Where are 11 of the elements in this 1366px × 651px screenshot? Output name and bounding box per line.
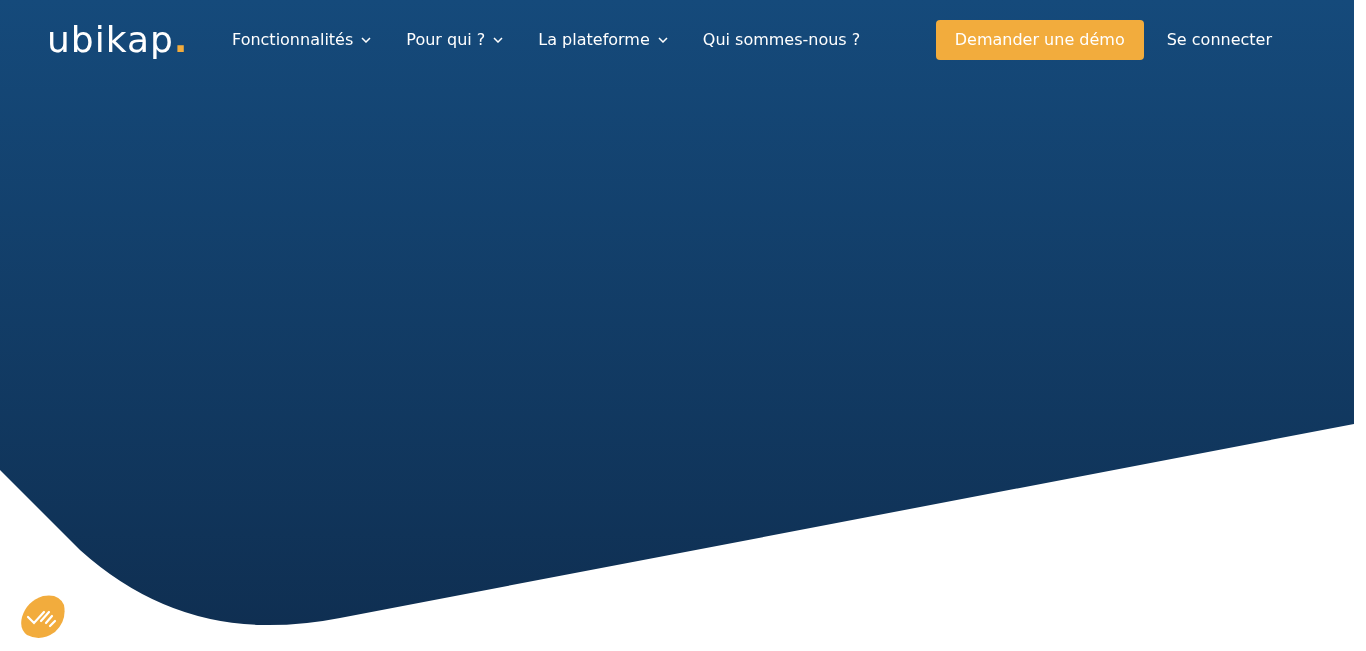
nav-link[interactable]: Fonctionnalités: [232, 28, 372, 52]
nav-link[interactable]: La plateforme: [538, 28, 668, 52]
checkmark-badge-icon[interactable]: [19, 595, 65, 639]
logo-dot: .: [173, 22, 188, 58]
chevron-down-icon: [361, 37, 372, 43]
chevron-down-icon: [493, 37, 504, 43]
login-link[interactable]: Se connecter: [1166, 28, 1272, 52]
nav-link[interactable]: Pour qui ?: [406, 28, 504, 52]
nav-link[interactable]: Qui sommes-nous ?: [702, 28, 861, 52]
chevron-down-icon: [657, 37, 668, 43]
logo-text[interactable]: ubikap: [47, 22, 174, 58]
